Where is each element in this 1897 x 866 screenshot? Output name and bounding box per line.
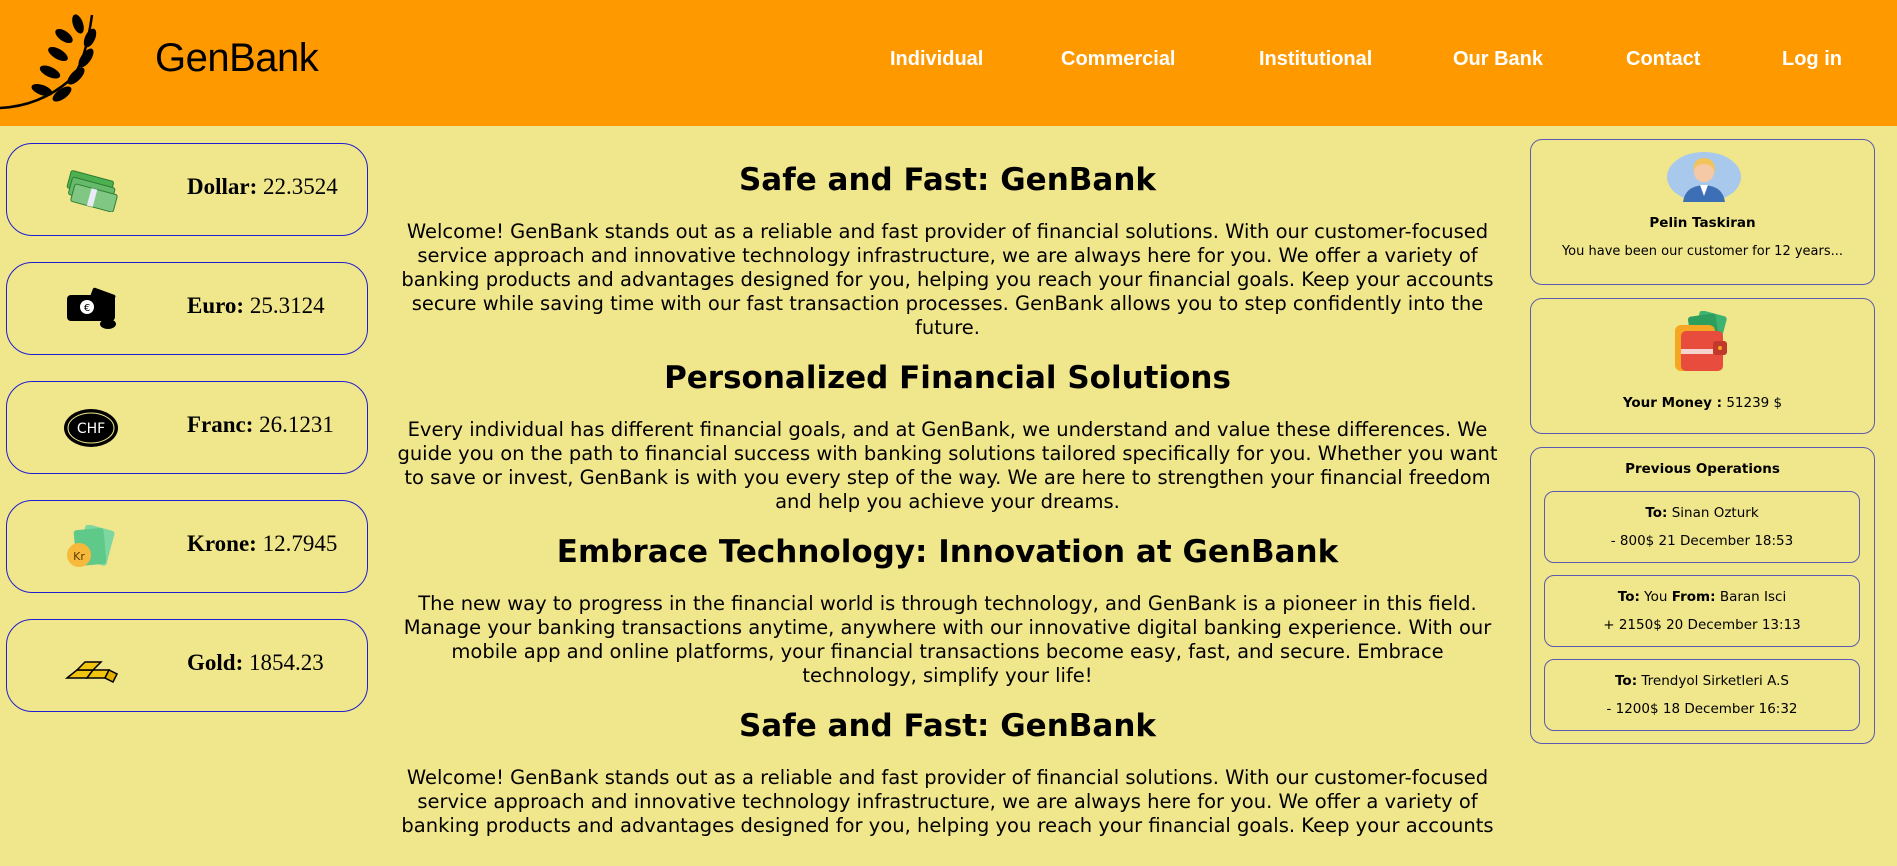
currency-name: Krone: [187,531,257,556]
operation-parties: To: Sinan Ozturk [1645,505,1759,521]
balance-label: Your Money : [1622,395,1723,411]
currency-name: Euro: [187,293,245,318]
main-nav: Individual Commercial Institutional Our … [0,48,1897,78]
balance-amount: 51239 $ [1726,395,1783,411]
svg-text:€: € [84,303,90,314]
currency-value: 26.1231 [259,412,334,437]
nav-commercial[interactable]: Commercial [1061,48,1176,71]
euro-wallet-icon: € [67,287,116,329]
dollar-bills-icon [66,170,118,212]
operation-detail: - 800$ 21 December 18:53 [1610,533,1794,549]
operation-parties: To: You From: Baran Isci [1617,589,1787,605]
balance: Your Money : 51239 $ [1531,395,1874,411]
currency-card-dollar: Dollar: 22.3524 [6,143,368,236]
operation-to: Sinan Ozturk [1671,505,1759,521]
currency-value: 25.3124 [249,293,325,318]
section-title: Safe and Fast: GenBank [738,708,1157,744]
krone-money-icon: Kr [67,525,115,567]
operation-from: Baran Isci [1719,589,1787,605]
section-paragraph: Every individual has different financial… [397,418,1498,513]
nav-log-in[interactable]: Log in [1782,48,1842,71]
operation-parties: To: Trendyol Sirketleri A.S [1615,673,1789,689]
previous-operations: Previous Operations To: Sinan Ozturk - 8… [1530,447,1875,744]
svg-text:Kr: Kr [73,550,85,563]
customer-tenure: You have been our customer for 12 years.… [1561,244,1844,259]
currency-card-gold: Gold: 1854.23 [6,619,368,712]
currency-value: 1854.23 [248,650,324,675]
section-paragraph: The new way to progress in the financial… [403,592,1492,687]
operation-detail: + 2150$ 20 December 13:13 [1603,617,1801,633]
svg-text:CHF: CHF [77,421,105,437]
currency-rate: Gold: 1854.23 [187,650,324,676]
wallet-card: Your Money : 51239 $ [1530,298,1875,434]
operations-title: Previous Operations [1625,461,1780,477]
currency-rate: Franc: 26.1231 [187,412,334,438]
section-paragraph: Welcome! GenBank stands out as a reliabl… [401,220,1494,339]
main-content: Safe and Fast: GenBank Welcome! GenBank … [380,160,1515,838]
operation-item[interactable]: To: Sinan Ozturk - 800$ 21 December 18:5… [1544,491,1860,563]
operation-item[interactable]: To: You From: Baran Isci + 2150$ 20 Dece… [1544,575,1860,647]
wallet-icon [1675,311,1727,371]
nav-individual[interactable]: Individual [890,48,983,71]
avatar[interactable] [1667,152,1741,202]
currency-card-franc: CHF Franc: 26.1231 [6,381,368,474]
customer-name: Pelin Taskiran [1649,215,1756,231]
nav-contact[interactable]: Contact [1626,48,1700,71]
currency-card-euro: € Euro: 25.3124 [6,262,368,355]
currency-name: Dollar: [187,174,258,199]
currency-value: 22.3524 [263,174,338,199]
operation-to: You [1644,589,1668,605]
currency-rate: Dollar: 22.3524 [187,174,338,200]
chf-coin-icon: CHF [64,409,118,447]
operation-to: Trendyol Sirketleri A.S [1641,673,1789,689]
gold-bars-icon [64,661,119,684]
site-header: GenBank Individual Commercial Institutio… [0,0,1897,126]
currency-rate: Euro: 25.3124 [187,293,325,319]
currency-card-krone: Kr Krone: 12.7945 [6,500,368,593]
section-title: Personalized Financial Solutions [664,360,1231,396]
operation-item[interactable]: To: Trendyol Sirketleri A.S - 1200$ 18 D… [1544,659,1860,731]
currency-value: 12.7945 [262,531,338,556]
section-title: Embrace Technology: Innovation at GenBan… [556,534,1339,570]
section-paragraph: Welcome! GenBank stands out as a reliabl… [401,766,1494,837]
operation-detail: - 1200$ 18 December 16:32 [1606,701,1798,717]
nav-institutional[interactable]: Institutional [1259,48,1372,71]
currency-name: Franc: [187,412,254,437]
section-title: Safe and Fast: GenBank [738,162,1157,198]
profile-card: Pelin Taskiran You have been our custome… [1530,139,1875,285]
currency-rate: Krone: 12.7945 [187,531,337,557]
nav-our-bank[interactable]: Our Bank [1453,48,1543,71]
currency-name: Gold: [187,650,244,675]
